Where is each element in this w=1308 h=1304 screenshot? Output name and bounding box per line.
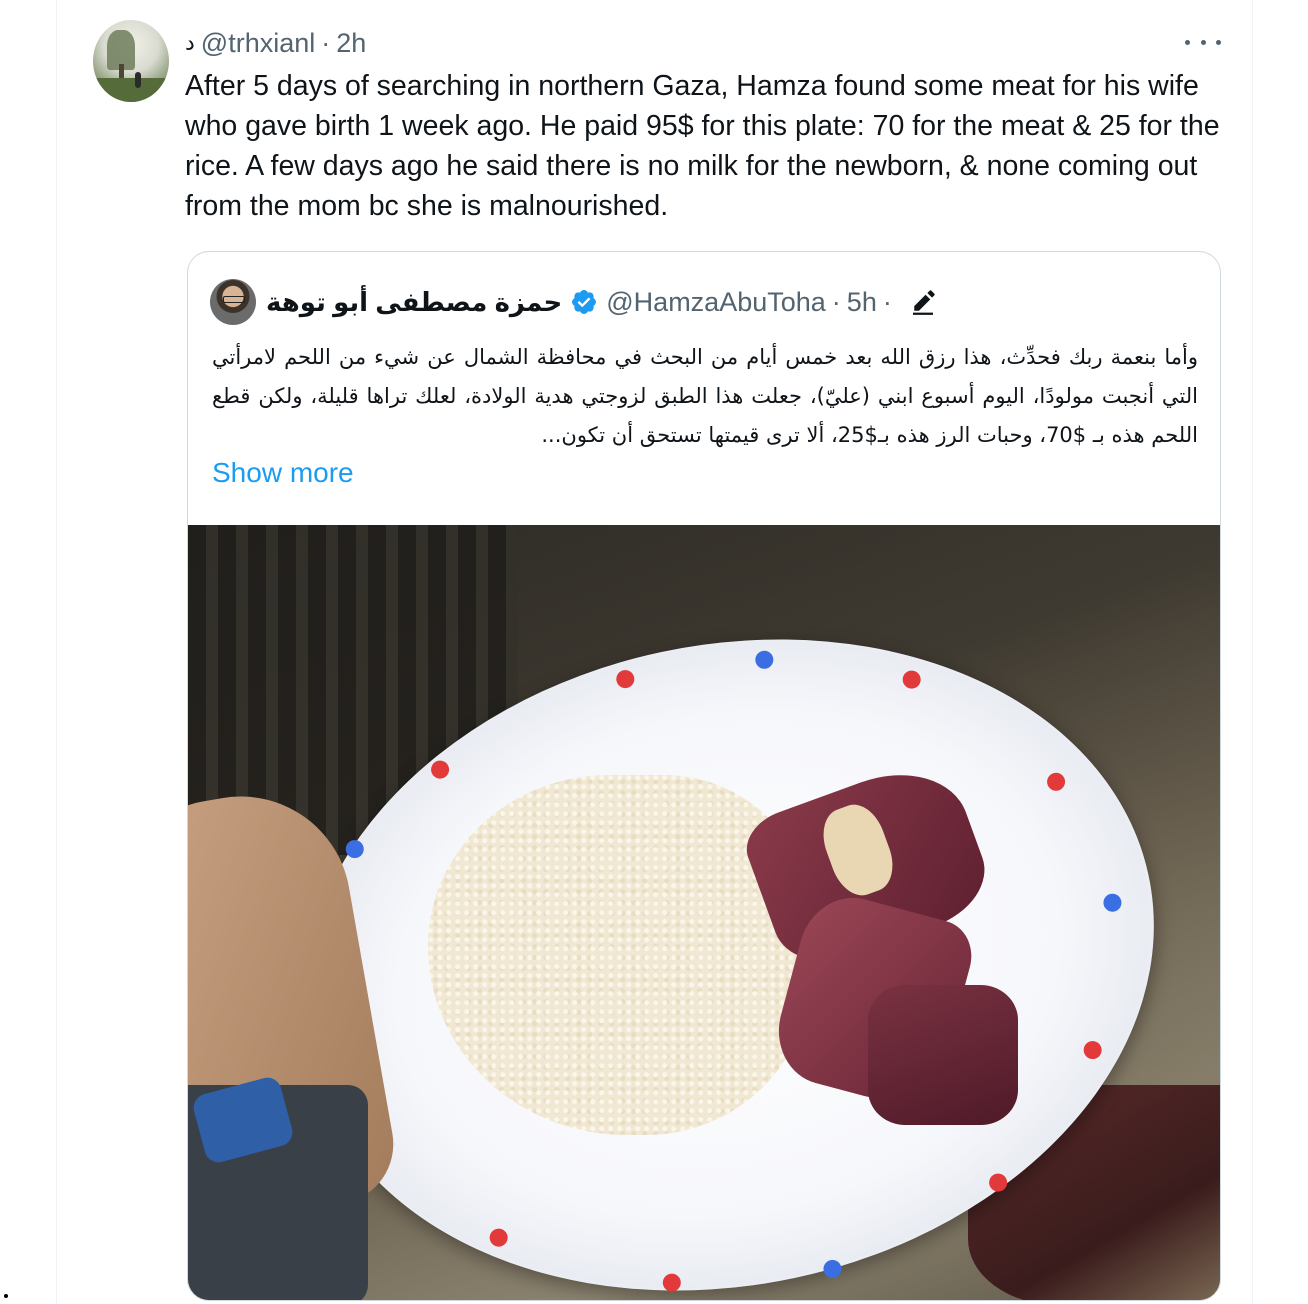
quote-avatar[interactable] — [210, 279, 256, 325]
avatar-person — [135, 72, 141, 88]
quote-header: حمزة مصطفى أبو توهة @HamzaAbuToha · 5h · — [210, 279, 938, 325]
page-dot — [4, 1294, 8, 1298]
display-name[interactable]: د — [185, 30, 195, 56]
quote-handle[interactable]: @HamzaAbuToha — [606, 287, 826, 317]
avatar-ground — [93, 78, 169, 102]
more-horizontal-icon[interactable] — [1185, 30, 1221, 54]
edited-pencil-icon[interactable] — [908, 287, 938, 317]
quoted-tweet[interactable]: حمزة مصطفى أبو توهة @HamzaAbuToha · 5h · وأ… — [187, 251, 1221, 1301]
tweet-time[interactable]: 2h — [336, 28, 366, 59]
tweet-header: د @trhxianl · 2h — [185, 26, 366, 60]
header-separator: · — [321, 27, 331, 58]
quote-separator: · — [831, 286, 841, 317]
quote-text: وأما بنعمة ربك فحدِّث، هذا رزق الله بعد … — [212, 345, 1198, 447]
quote-time-separator: · — [882, 286, 892, 317]
show-more-link[interactable]: Show more — [212, 457, 354, 489]
quote-photo[interactable] — [188, 525, 1220, 1300]
tweet-text: After 5 days of searching in northern Ga… — [185, 70, 1220, 222]
verified-badge-icon — [572, 290, 597, 314]
quote-time[interactable]: 5h — [847, 287, 877, 317]
author-avatar[interactable] — [93, 20, 169, 102]
author-handle[interactable]: @trhxianl — [201, 28, 315, 59]
quote-display-name[interactable]: حمزة مصطفى أبو توهة — [266, 287, 562, 318]
quote-handle-group: @HamzaAbuToha · 5h · — [606, 287, 898, 318]
